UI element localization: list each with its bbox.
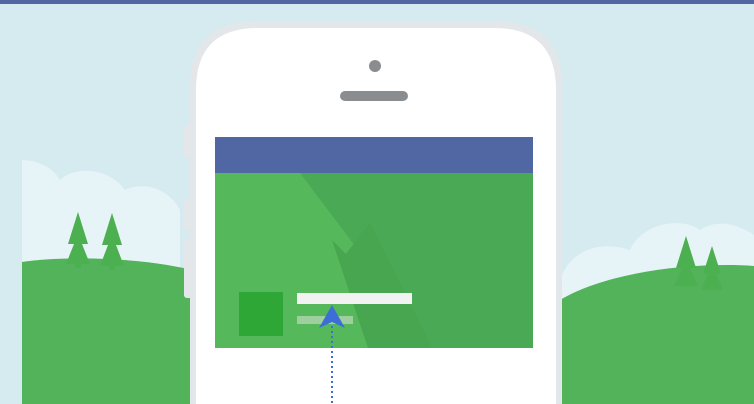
profile-picture-placeholder <box>239 292 283 336</box>
camera-icon <box>369 60 381 72</box>
profile-name-placeholder <box>297 293 412 304</box>
phone-screen <box>215 137 533 404</box>
speaker-grille <box>340 91 408 101</box>
right-landscape <box>560 222 754 404</box>
nav-bar <box>215 137 533 173</box>
illustration <box>0 0 754 404</box>
left-hill <box>22 258 200 404</box>
illustration-scene <box>0 0 754 404</box>
top-border <box>0 0 754 4</box>
